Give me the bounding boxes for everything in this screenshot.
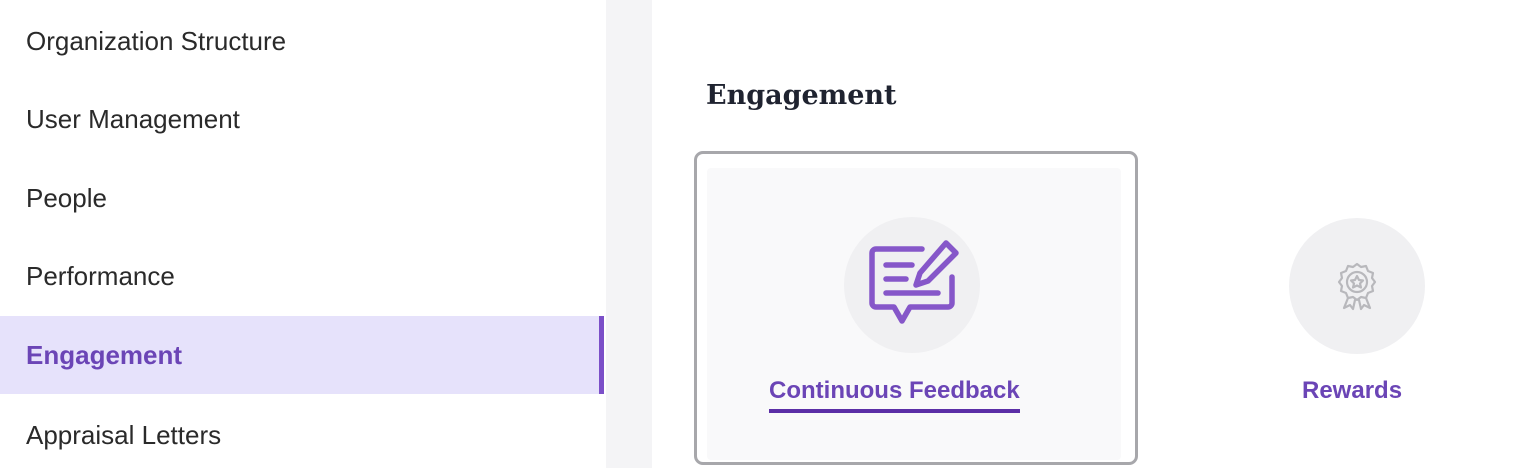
continuous-feedback-label: Continuous Feedback	[769, 377, 1020, 413]
sidebar-item-label: People	[26, 182, 107, 213]
sidebar-item-label: Organization Structure	[26, 25, 287, 56]
sidebar-item-label: Engagement	[26, 339, 183, 370]
sidebar-item-user-management[interactable]: User Management	[0, 80, 604, 158]
feedback-icon	[844, 217, 980, 353]
sidebar-item-label: User Management	[26, 103, 240, 134]
sidebar-item-label: Appraisal Letters	[26, 419, 222, 450]
rewards-card[interactable]: Rewards	[1238, 165, 1504, 465]
continuous-feedback-card[interactable]: Continuous Feedback	[694, 151, 1138, 465]
sidebar-divider	[606, 0, 652, 468]
sidebar-item-people[interactable]: People	[0, 159, 604, 237]
sidebar: Organization Structure User Management P…	[0, 0, 606, 468]
rewards-label: Rewards	[1302, 377, 1403, 404]
section-title: Engagement	[706, 80, 897, 111]
sidebar-item-engagement[interactable]: Engagement	[0, 316, 604, 394]
sidebar-item-appraisal-letters[interactable]: Appraisal Letters	[0, 396, 604, 474]
sidebar-item-label: Performance	[26, 260, 175, 291]
main-content: Engagement Continuous Feedback Rewards	[652, 0, 1531, 468]
award-ribbon-icon	[1289, 218, 1425, 354]
sidebar-item-organization-structure[interactable]: Organization Structure	[0, 2, 604, 80]
sidebar-item-performance[interactable]: Performance	[0, 237, 604, 315]
